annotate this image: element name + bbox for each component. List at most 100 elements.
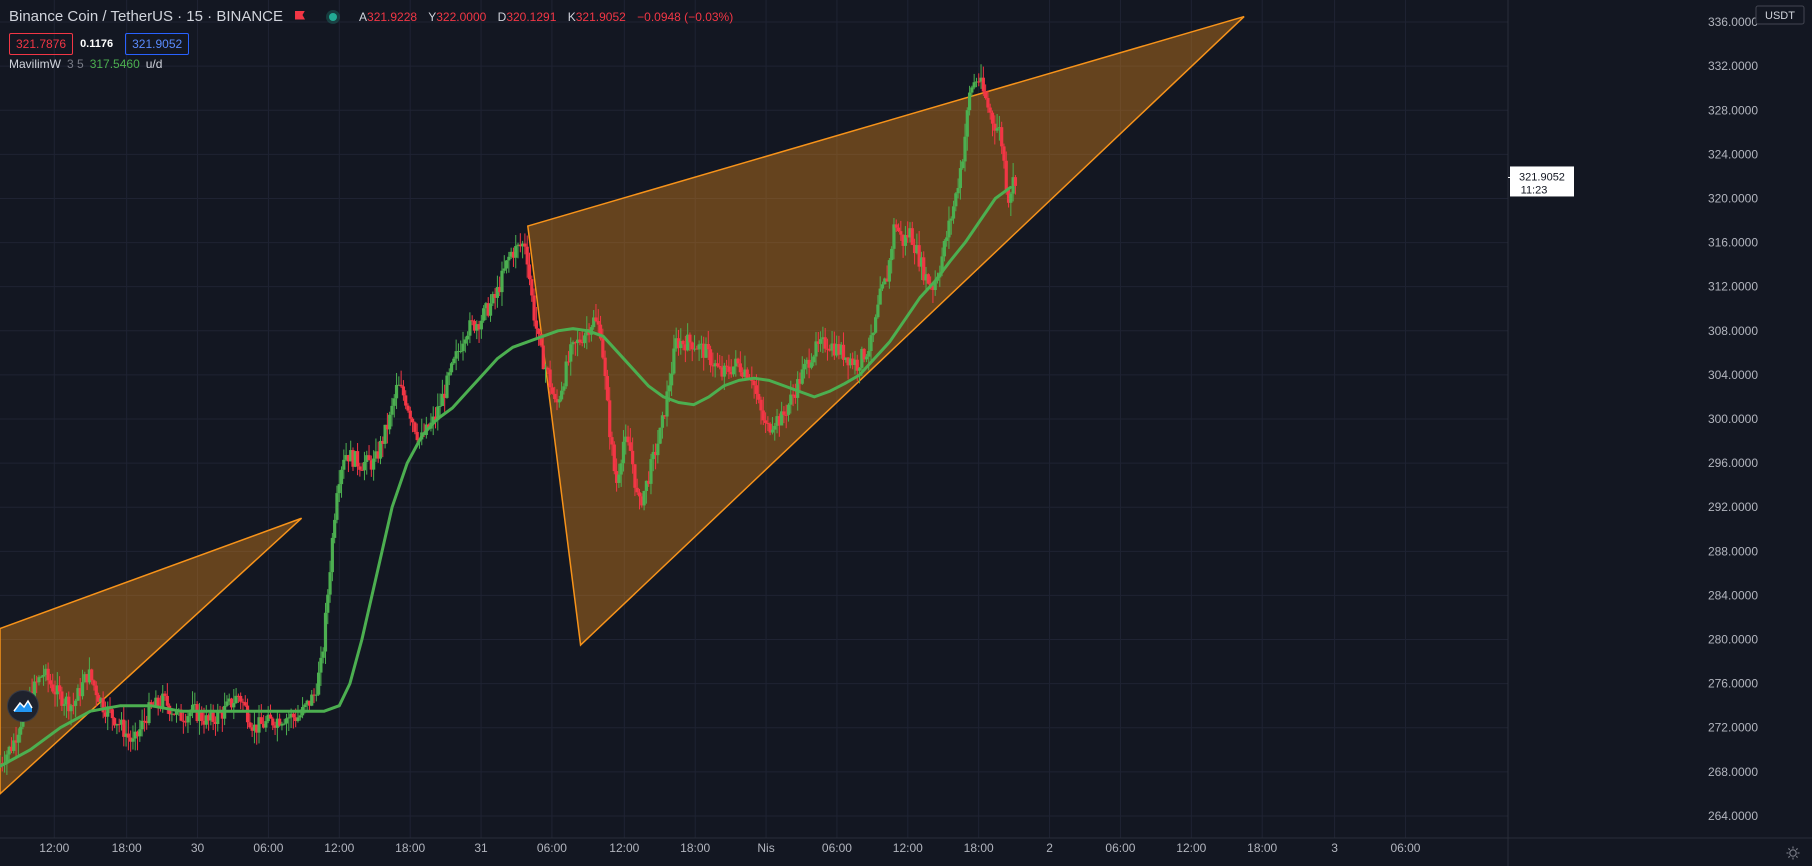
x-tick-label: 3	[1331, 841, 1338, 855]
y-tick-label: 288.0000	[1708, 544, 1758, 558]
candle-body	[514, 246, 518, 258]
candle-body	[633, 464, 637, 488]
candle-body	[188, 712, 192, 717]
candle-body	[415, 431, 419, 441]
candle-body	[80, 682, 85, 697]
candle-body	[200, 711, 204, 721]
candle-body	[51, 684, 55, 692]
indicator-legend[interactable]: MavilimW 3 5 317.5460 u/d	[9, 57, 162, 71]
candle-body	[582, 335, 587, 344]
candle-body	[802, 363, 807, 370]
candle-body	[610, 437, 614, 445]
y-tick-label: 312.0000	[1708, 280, 1758, 294]
candle-body	[401, 386, 406, 396]
y-tick-label: 336.0000	[1708, 15, 1758, 29]
candle-body	[445, 375, 449, 398]
price-chart[interactable]: 264.0000 268.0000 272.0000 276.0000 280.0000…	[0, 0, 1812, 866]
candle-body	[310, 694, 314, 706]
candle-body	[243, 702, 247, 706]
close-value: 321.9052	[575, 9, 626, 24]
flag-icon[interactable]	[295, 11, 307, 23]
candle-body	[757, 393, 761, 400]
close-key: K	[567, 9, 576, 24]
candle-body	[339, 469, 344, 485]
candle-body	[557, 399, 561, 403]
candle-body	[1009, 193, 1013, 203]
candle-body	[942, 240, 946, 257]
x-tick-label: 18:00	[112, 841, 142, 855]
candle-body	[92, 680, 96, 686]
candle-body	[131, 738, 135, 742]
tradingview-logo-icon[interactable]	[7, 690, 39, 722]
candle-body	[718, 366, 722, 368]
x-tick-label: 18:00	[964, 841, 994, 855]
candle-body	[617, 474, 621, 483]
candle-body	[504, 260, 509, 269]
candle-body	[181, 720, 185, 722]
y-tick-label: 276.0000	[1708, 677, 1758, 691]
symbol-title[interactable]: Binance Coin / TetherUS · 15 · BINANCE	[9, 8, 283, 25]
candle-body	[995, 128, 999, 131]
sell-button[interactable]: 321.7876	[9, 33, 74, 55]
candle-body	[399, 384, 403, 387]
x-tick-label: 06:00	[253, 841, 283, 855]
candle-body	[894, 224, 898, 228]
candle-body	[404, 395, 408, 406]
candle-body	[619, 463, 623, 475]
candle-body	[550, 387, 555, 394]
candle-body	[523, 243, 527, 247]
candle-body	[926, 274, 930, 284]
candle-body	[546, 367, 550, 370]
buy-button[interactable]: 321.9052	[125, 33, 190, 55]
candle-body	[963, 136, 967, 162]
candle-body	[94, 685, 98, 696]
x-tick-label: 12:00	[609, 841, 639, 855]
candle-body	[1013, 177, 1018, 186]
left-wedge[interactable]	[0, 517, 303, 795]
candle-body	[954, 193, 958, 207]
wedge-drawings[interactable]	[0, 15, 1245, 795]
y-tick-label: 308.0000	[1708, 324, 1758, 338]
y-tick-label: 268.0000	[1708, 765, 1758, 779]
candle-body	[454, 351, 458, 359]
candle-body	[752, 380, 756, 386]
candle-body	[225, 701, 229, 706]
candle-body	[649, 459, 653, 484]
candle-body	[667, 385, 671, 392]
candle-body	[248, 722, 252, 728]
candle-body	[784, 414, 788, 416]
x-tick-label: 12:00	[324, 841, 354, 855]
candle-body	[502, 268, 506, 271]
candle-body	[578, 339, 582, 343]
candle-body	[284, 718, 289, 724]
ohlc-values: A321.9228 Y322.0000 D320.1291 K321.9052 …	[359, 10, 741, 24]
candle-body	[949, 218, 953, 221]
candle-body	[500, 270, 504, 293]
candle-body	[110, 709, 114, 719]
candle-body	[690, 342, 694, 350]
x-tick-label: 18:00	[680, 841, 710, 855]
candle-body	[596, 321, 600, 325]
candle-body	[896, 227, 901, 232]
candle-body	[60, 691, 64, 706]
candle-body	[947, 220, 951, 238]
candle-body	[887, 260, 891, 282]
candle-body	[39, 676, 43, 678]
candle-body	[126, 733, 130, 738]
candle-body	[603, 357, 607, 377]
candle-body	[951, 206, 956, 219]
candle-body	[264, 721, 268, 728]
candle-body	[449, 363, 454, 373]
candle-body	[874, 317, 878, 333]
open-key: A	[359, 9, 368, 24]
settings-gear-icon[interactable]	[1786, 846, 1800, 860]
y-tick-label: 316.0000	[1708, 236, 1758, 250]
candle-body	[57, 685, 62, 692]
candle-body	[463, 339, 467, 344]
candle-body	[287, 717, 291, 719]
candle-body	[562, 386, 566, 391]
candle-body	[408, 410, 412, 419]
candle-body	[869, 335, 873, 352]
candle-body	[394, 384, 399, 399]
candle-body	[298, 715, 302, 718]
